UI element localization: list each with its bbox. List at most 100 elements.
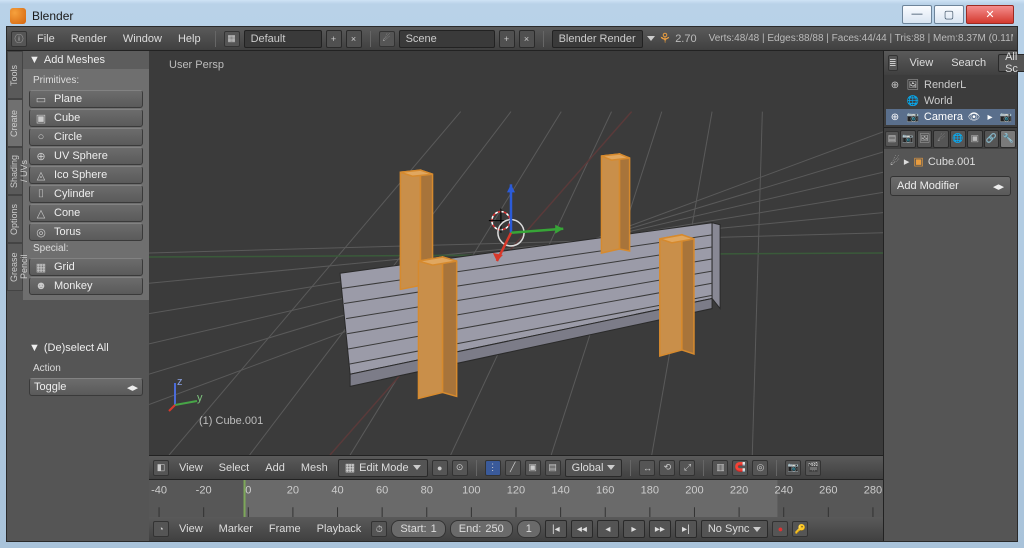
menu-window[interactable]: Window	[117, 31, 168, 47]
snap-icon[interactable]: 🧲	[732, 460, 748, 476]
select-face-icon[interactable]: ▣	[525, 460, 541, 476]
scene-remove-button[interactable]: ×	[519, 30, 535, 48]
editor-type-timeline-icon[interactable]: ◔	[153, 521, 169, 537]
panel-add-meshes[interactable]: ▼ Add Meshes	[23, 51, 149, 69]
tl-menu-marker[interactable]: Marker	[213, 521, 259, 537]
ptab-object[interactable]: ▣	[967, 130, 983, 148]
screen-layout-select[interactable]: Default	[244, 30, 322, 48]
add-circle-button[interactable]: ○Circle	[29, 128, 143, 146]
menu-help[interactable]: Help	[172, 31, 207, 47]
limit-selection-icon[interactable]: ▤	[545, 460, 561, 476]
ptab-renderlayers[interactable]: 🖼	[917, 130, 933, 148]
manipulator-translate-icon[interactable]: ↔	[639, 460, 655, 476]
tl-range-icon[interactable]: ⏱	[371, 521, 387, 537]
svg-text:20: 20	[287, 485, 299, 497]
ptab-render[interactable]: 📷	[900, 130, 916, 148]
panel-deselect-all[interactable]: ▼ (De)select All	[23, 339, 149, 357]
outliner-item-world[interactable]: 🌐World	[886, 93, 1015, 109]
outliner-filter-select[interactable]: All Sc	[998, 54, 1024, 72]
keyframe-next-button[interactable]: ▸▸	[649, 520, 671, 538]
menu-file[interactable]: File	[31, 31, 61, 47]
view3d-menu-select[interactable]: Select	[213, 460, 256, 476]
selectable-icon[interactable]: ▸	[983, 110, 997, 124]
editor-type-3dview-icon[interactable]: ◧	[153, 460, 169, 476]
keyframe-prev-button[interactable]: ◂◂	[571, 520, 593, 538]
add-modifier-button[interactable]: Add Modifier◂▸	[890, 176, 1011, 196]
tl-menu-frame[interactable]: Frame	[263, 521, 307, 537]
properties-breadcrumb[interactable]: ☄▸ ▣ Cube.001	[890, 155, 1011, 168]
add-icosphere-button[interactable]: ◬Ico Sphere	[29, 166, 143, 184]
end-frame-field[interactable]: End: 250	[450, 520, 513, 538]
jump-end-button[interactable]: ▸|	[675, 520, 697, 538]
add-cylinder-button[interactable]: ⌷Cylinder	[29, 185, 143, 203]
current-frame-field[interactable]: 1	[517, 520, 541, 538]
view3d-menu-add[interactable]: Add	[259, 460, 291, 476]
add-cube-button[interactable]: ▣Cube	[29, 109, 143, 127]
svg-text:-40: -40	[151, 485, 167, 497]
outliner-item-camera[interactable]: ⊕📷Camera 👁▸📷	[886, 109, 1015, 125]
scene-icon[interactable]: ☄	[379, 31, 395, 47]
scene-select[interactable]: Scene	[399, 30, 495, 48]
window-titlebar[interactable]: Blender — ▢ ✕	[6, 6, 1018, 26]
outliner-item-renderlayers[interactable]: ⊕🖼RenderL	[886, 77, 1015, 93]
timeline-ruler[interactable]: -40-200204060801001201401601802002202402…	[149, 480, 883, 517]
scene-add-button[interactable]: +	[499, 30, 515, 48]
manipulator-rotate-icon[interactable]: ⟲	[659, 460, 675, 476]
renderable-icon[interactable]: 📷	[999, 110, 1013, 124]
tl-menu-playback[interactable]: Playback	[311, 521, 368, 537]
action-toggle-select[interactable]: Toggle ◂▸	[29, 378, 143, 396]
screen-layout-icon[interactable]: ▦	[224, 31, 240, 47]
ptab-modifiers[interactable]: 🔧	[1000, 130, 1016, 148]
auto-keyframe-icon[interactable]: ●	[772, 521, 788, 537]
shading-mode-icon[interactable]: ●	[432, 460, 448, 476]
add-torus-button[interactable]: ◎Torus	[29, 223, 143, 241]
vtab-create[interactable]: Create	[7, 99, 23, 147]
keying-set-icon[interactable]: 🔑	[792, 521, 808, 537]
mode-select[interactable]: ▦Edit Mode	[338, 459, 428, 477]
add-grid-button[interactable]: ▦Grid	[29, 258, 143, 276]
add-cone-button[interactable]: △Cone	[29, 204, 143, 222]
view3d-menu-view[interactable]: View	[173, 460, 209, 476]
outliner[interactable]: ⊕🖼RenderL 🌐World ⊕📷Camera 👁▸📷	[884, 75, 1017, 127]
start-frame-field[interactable]: Start: 1	[391, 520, 445, 538]
render-opengl-icon[interactable]: 📷	[785, 460, 801, 476]
outliner-menu-search[interactable]: Search	[945, 55, 992, 71]
manipulator-scale-icon[interactable]: ⤢	[679, 460, 695, 476]
jump-start-button[interactable]: |◂	[545, 520, 567, 538]
ptab-scene[interactable]: ☄	[933, 130, 949, 148]
proportional-edit-icon[interactable]: ◎	[752, 460, 768, 476]
menu-render[interactable]: Render	[65, 31, 113, 47]
editor-type-icon[interactable]: ⓘ	[11, 31, 27, 47]
add-monkey-button[interactable]: ☻Monkey	[29, 277, 143, 295]
editor-type-outliner-icon[interactable]: ≣	[888, 55, 898, 71]
select-edge-icon[interactable]: ╱	[505, 460, 521, 476]
minimize-button[interactable]: —	[902, 5, 932, 24]
add-plane-button[interactable]: ▭Plane	[29, 90, 143, 108]
tl-menu-view[interactable]: View	[173, 521, 209, 537]
sync-mode-select[interactable]: No Sync	[701, 520, 769, 538]
vtab-shading-uvs[interactable]: Shading / UVs	[7, 147, 23, 195]
render-engine-select[interactable]: Blender Render	[552, 30, 643, 48]
3d-viewport[interactable]: User Persp (1) Cube.001 z y	[149, 51, 883, 455]
select-vertex-icon[interactable]: ⋮	[485, 460, 501, 476]
ptab-world[interactable]: 🌐	[950, 130, 966, 148]
visibility-icon[interactable]: 👁	[967, 110, 981, 124]
maximize-button[interactable]: ▢	[934, 5, 964, 24]
layout-add-button[interactable]: +	[326, 30, 342, 48]
vtab-tools[interactable]: Tools	[7, 51, 23, 99]
add-uvsphere-button[interactable]: ⊕UV Sphere	[29, 147, 143, 165]
pivot-icon[interactable]: ⊙	[452, 460, 468, 476]
vtab-grease-pencil[interactable]: Grease Pencil	[7, 243, 23, 291]
play-button[interactable]: ▸	[623, 520, 645, 538]
vtab-options[interactable]: Options	[7, 195, 23, 243]
layers-icon[interactable]: ▥	[712, 460, 728, 476]
view3d-menu-mesh[interactable]: Mesh	[295, 460, 334, 476]
play-reverse-button[interactable]: ◂	[597, 520, 619, 538]
close-button[interactable]: ✕	[966, 5, 1014, 24]
layout-remove-button[interactable]: ×	[346, 30, 362, 48]
editor-type-properties-icon[interactable]: ▤	[885, 131, 899, 147]
outliner-menu-view[interactable]: View	[904, 55, 940, 71]
render-opengl-anim-icon[interactable]: 🎬	[805, 460, 821, 476]
orientation-select[interactable]: Global	[565, 459, 623, 477]
ptab-constraints[interactable]: 🔗	[984, 130, 1000, 148]
